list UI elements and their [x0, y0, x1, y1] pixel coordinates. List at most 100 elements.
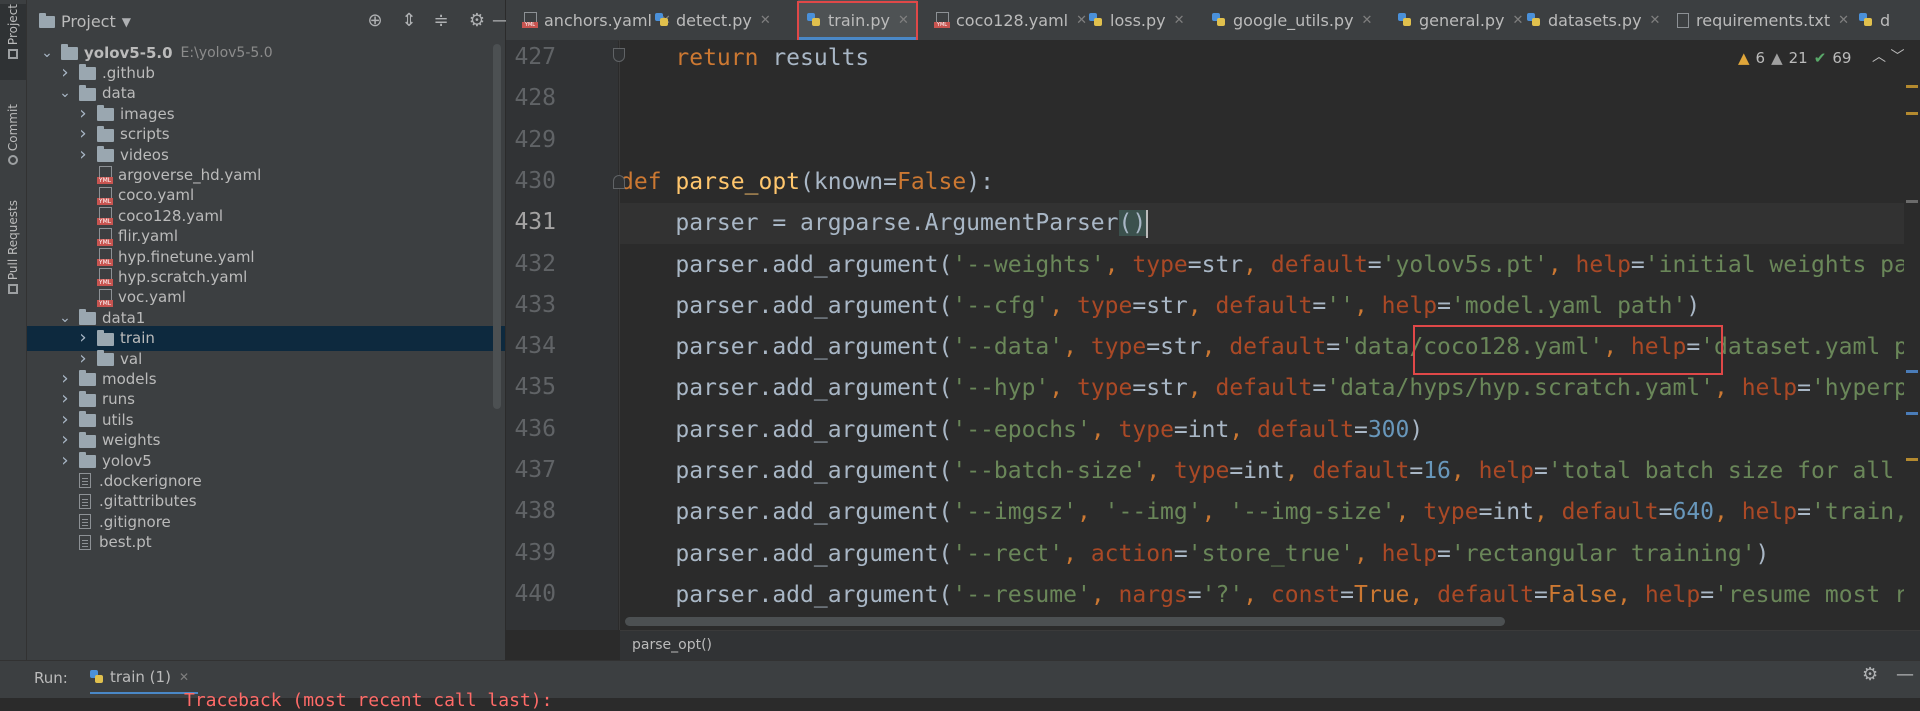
editor-tab-requirements-txt[interactable]: requirements.txt ✕: [1666, 0, 1857, 40]
code-token: ,: [1450, 458, 1479, 484]
project-tree-scrollbar[interactable]: [493, 44, 501, 409]
close-icon[interactable]: ✕: [1174, 13, 1185, 28]
code-token: =int: [1173, 416, 1230, 443]
folder-icon: [79, 452, 96, 468]
tree-item-label: voc.yaml: [118, 288, 186, 307]
folder-icon: [97, 329, 114, 346]
code-token: =: [1797, 499, 1811, 526]
stripe-mark[interactable]: [1906, 85, 1918, 88]
stripe-mark[interactable]: [1906, 112, 1918, 115]
editor-tab-label: google_utils.py: [1233, 10, 1354, 30]
python-file-icon: [90, 670, 104, 684]
close-icon[interactable]: ✕: [898, 13, 909, 28]
close-icon[interactable]: ✕: [1362, 13, 1373, 28]
code-token: ,: [1090, 581, 1119, 608]
tree-item-label: data1: [102, 308, 146, 327]
editor-tab-d[interactable]: d: [1850, 0, 1898, 40]
code-token: 'resume most recent training': [1714, 581, 1920, 608]
stripe-mark[interactable]: [1906, 200, 1918, 203]
run-tab[interactable]: train (1) ✕: [90, 661, 189, 693]
code-token: =str: [1132, 292, 1188, 319]
chevron-right-icon[interactable]: ›: [77, 145, 89, 163]
chevron-right-icon[interactable]: ›: [77, 329, 89, 347]
code-line: def parse_opt(known=False):: [620, 162, 994, 203]
editor-tab-train-py[interactable]: train.py ✕: [798, 0, 917, 40]
chevron-right-icon[interactable]: ›: [77, 125, 89, 143]
close-icon[interactable]: ✕: [1838, 13, 1849, 28]
text-file-icon: [79, 514, 91, 530]
text-file-icon: [1674, 12, 1690, 28]
tree-item-label: weights: [102, 431, 161, 450]
code-token: ,: [1603, 334, 1631, 361]
close-icon[interactable]: ✕: [179, 670, 189, 684]
chevron-down-icon[interactable]: ﹀: [1890, 49, 1904, 65]
code-token: 'dataset.yaml path': [1700, 334, 1920, 361]
pull-requests-tool-tab[interactable]: Pull Requests: [0, 200, 26, 310]
code-token: '--img-size': [1229, 499, 1396, 526]
code-editor[interactable]: return results def parse_opt(known=False)…: [620, 40, 1920, 630]
warning-icon: ▲: [1738, 49, 1750, 67]
code-token: help: [1381, 540, 1438, 567]
code-token: ,: [1714, 375, 1742, 402]
chevron-right-icon[interactable]: ›: [59, 369, 71, 387]
chevron-down-icon[interactable]: ⌄: [59, 86, 71, 100]
code-token: parser.add_argument(: [620, 334, 953, 361]
tree-item-label: coco.yaml: [118, 186, 195, 205]
commit-icon: [8, 155, 18, 166]
tool-window-strip: Project Commit Pull Requests: [0, 0, 27, 660]
fold-end-icon[interactable]: [613, 48, 625, 62]
gear-icon[interactable]: ⚙: [467, 10, 487, 32]
chevron-right-icon[interactable]: ›: [59, 63, 71, 81]
chevron-right-icon[interactable]: ›: [77, 349, 89, 367]
code-token: =: [1797, 375, 1811, 402]
editor-tab-coco128-yaml[interactable]: coco128.yaml✕: [926, 0, 1095, 40]
tree-item-best-pt[interactable]: best.pt: [27, 530, 505, 555]
close-icon[interactable]: ✕: [760, 13, 771, 28]
code-token: =: [1437, 540, 1451, 567]
error-stripe[interactable]: [1904, 40, 1920, 630]
project-view-selector[interactable]: Project ▼: [39, 12, 131, 31]
crosshair-icon[interactable]: ⊕: [365, 10, 385, 32]
project-tool-tab[interactable]: Project: [0, 4, 26, 80]
close-icon[interactable]: ✕: [1650, 13, 1661, 28]
stripe-mark[interactable]: [1906, 412, 1918, 415]
code-token: ,: [1063, 540, 1091, 567]
code-token: ,: [1187, 292, 1216, 319]
code-token: '--cfg': [952, 292, 1050, 319]
stripe-mark[interactable]: [1906, 458, 1918, 461]
breadcrumb-item[interactable]: parse_opt(): [632, 637, 712, 653]
minimize-icon[interactable]: —: [1896, 664, 1914, 685]
chevron-up-icon[interactable]: ︿: [1872, 49, 1886, 65]
code-token: type: [1076, 375, 1133, 402]
editor-tab-detect-py[interactable]: detect.py ✕: [646, 0, 779, 40]
editor-tab-google-utils-py[interactable]: google_utils.py ✕: [1203, 0, 1380, 40]
stripe-mark[interactable]: [1906, 370, 1918, 373]
code-token: help: [1741, 375, 1798, 402]
code-token: type: [1423, 499, 1479, 526]
expand-all-icon[interactable]: ⇕: [399, 10, 419, 32]
folder-icon: [61, 44, 78, 60]
commit-tool-tab[interactable]: Commit: [0, 104, 26, 182]
chevron-down-icon[interactable]: ⌄: [59, 311, 71, 325]
editor-tab-loss-py[interactable]: loss.py ✕: [1080, 0, 1193, 40]
chevron-right-icon[interactable]: ›: [59, 410, 71, 428]
text-file-icon: [79, 473, 91, 489]
chevron-right-icon[interactable]: ›: [59, 431, 71, 449]
editor-horizontal-scrollbar[interactable]: [625, 617, 1505, 626]
chevron-right-icon[interactable]: ›: [77, 104, 89, 122]
tree-item-label: best.pt: [99, 533, 152, 552]
fold-start-icon[interactable]: [613, 175, 625, 189]
code-token: =: [1534, 458, 1548, 484]
code-token: parser.add_argument(: [620, 458, 953, 484]
chevron-down-icon[interactable]: ⌄: [41, 46, 53, 60]
editor-tab-label: loss.py: [1110, 10, 1166, 30]
editor-tab-datasets-py[interactable]: datasets.py ✕: [1518, 0, 1668, 40]
chevron-right-icon[interactable]: ›: [59, 390, 71, 408]
gear-icon[interactable]: ⚙: [1862, 664, 1878, 685]
code-token: =int: [1229, 458, 1285, 484]
collapse-all-icon[interactable]: ≑: [431, 10, 451, 32]
inspection-widget[interactable]: ▲ 6 ▲ 21 ✔ 69: [1738, 47, 1851, 69]
code-token: False: [1547, 581, 1618, 608]
editor-tab-general-py[interactable]: general.py ✕: [1389, 0, 1531, 40]
chevron-right-icon[interactable]: ›: [59, 451, 71, 469]
